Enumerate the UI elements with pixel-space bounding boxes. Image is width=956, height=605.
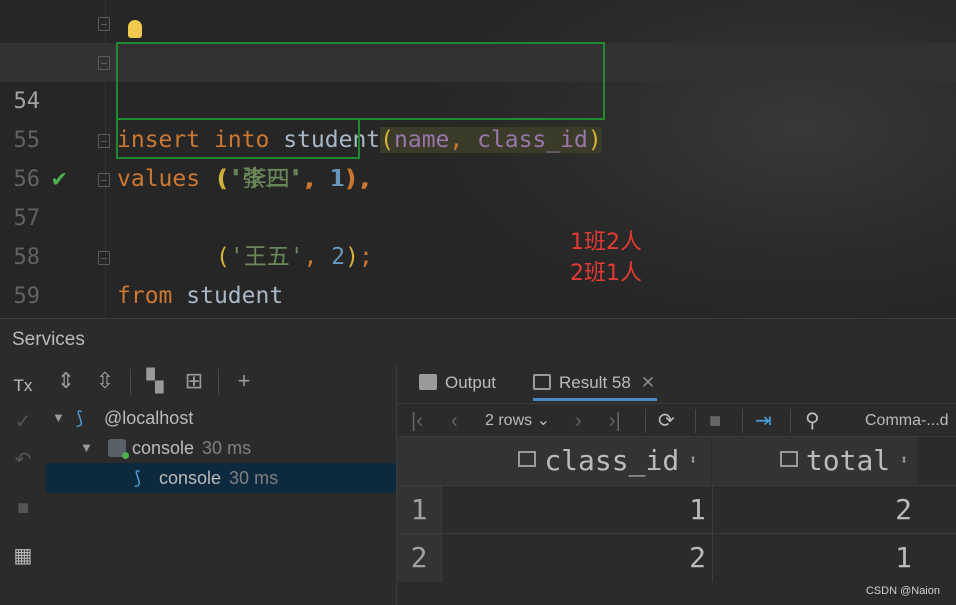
toolbar-separator xyxy=(645,409,646,433)
line-number: 59 xyxy=(13,284,41,309)
stop-icon[interactable]: ■ xyxy=(8,493,38,523)
expand-arrow-icon[interactable]: ▼ xyxy=(52,403,65,433)
tree-item-duration: 30 ms xyxy=(229,468,279,488)
output-icon xyxy=(419,374,437,390)
tree-item-localhost[interactable]: ▼ ⟆ @localhost xyxy=(46,403,396,433)
close-icon[interactable]: ✕ xyxy=(641,373,655,392)
toolbar-separator xyxy=(695,409,696,433)
results-pane: Output Result 58 ✕ |‹ ‹ 2 rows ⌄ › ›| ⟳ ■… xyxy=(397,365,956,605)
last-page-icon[interactable]: ›| xyxy=(609,404,621,438)
tree-item-console-session[interactable]: ⟆ console 30 ms xyxy=(46,463,396,493)
executed-check-icon: ✔ xyxy=(52,164,67,192)
services-tree: ▼ ⟆ @localhost ▼ console 30 ms ⟆ console 3… xyxy=(46,403,396,605)
tree-item-label: console xyxy=(132,438,195,458)
services-panel: Services Tx ✓ ↶ ■ ▦ ⇕ ⇳ ▚ ⊞ + ▼ ⟆ @local… xyxy=(0,318,956,605)
result-grid: class_id ⬍ total ⬍ 1 1 2 2 2 1 xyxy=(397,437,956,605)
next-page-icon[interactable]: › xyxy=(575,404,582,438)
first-page-icon[interactable]: |‹ xyxy=(411,404,423,438)
mysql-icon: ⟆ xyxy=(134,468,142,488)
transaction-strip: Tx ✓ ↶ ■ ▦ xyxy=(0,365,46,605)
selection-highlight-box xyxy=(116,118,360,159)
code-line-58[interactable]: 58 from student xyxy=(0,199,956,309)
expand-arrow-icon[interactable]: ▼ xyxy=(80,433,93,463)
annotation-text: 2班1人 xyxy=(570,261,642,286)
table-icon xyxy=(533,374,551,390)
watermark: CSDN @Naion xyxy=(865,585,940,597)
cell-class-id[interactable]: 1 xyxy=(441,486,712,534)
sort-icon[interactable]: ⬍ xyxy=(689,453,697,468)
column-header-label: total xyxy=(805,444,891,477)
sort-icon[interactable]: ⬍ xyxy=(900,453,908,468)
tab-label: Result 58 xyxy=(559,373,631,392)
cell-total[interactable]: 2 xyxy=(712,486,918,534)
cell-total[interactable]: 1 xyxy=(712,534,918,582)
row-count-select[interactable]: 2 rows ⌄ xyxy=(485,404,550,438)
collapse-all-icon[interactable]: ⇳ xyxy=(91,367,119,395)
tx-mode-button[interactable]: Tx xyxy=(8,371,38,401)
add-icon[interactable]: + xyxy=(230,367,258,395)
toolbar-separator xyxy=(130,369,131,395)
annotation-text: 1班2人 xyxy=(570,230,642,255)
results-toolbar: |‹ ‹ 2 rows ⌄ › ›| ⟳ ■ ⇥ ⚲ Comma-...d xyxy=(397,403,956,437)
add-service-icon[interactable]: ⊞ xyxy=(180,367,208,395)
group-by-icon[interactable]: ▚ xyxy=(141,367,169,395)
toolbar-separator xyxy=(742,409,743,433)
fold-marker-icon[interactable] xyxy=(98,251,110,265)
refresh-icon[interactable]: ⟳ xyxy=(658,404,675,438)
services-title: Services xyxy=(12,329,85,350)
tab-output[interactable]: Output xyxy=(419,365,496,401)
stop-icon[interactable]: ■ xyxy=(709,404,721,438)
fold-marker-icon[interactable] xyxy=(98,173,110,187)
grid-corner xyxy=(397,437,441,485)
code-text: from student xyxy=(117,283,284,309)
code-line-59[interactable]: 59 group by class_id; xyxy=(0,238,956,309)
pin-icon[interactable]: ⚲ xyxy=(805,404,820,438)
row-number: 2 xyxy=(397,534,441,582)
tree-toolbar: ⇕ ⇳ ▚ ⊞ + xyxy=(46,365,396,399)
table-row[interactable]: 1 1 2 xyxy=(397,485,956,534)
row-number: 1 xyxy=(397,486,441,534)
cell-class-id[interactable]: 2 xyxy=(441,534,712,582)
code-line-53[interactable]: 53 insert into student(name, class_id) xyxy=(0,4,956,153)
column-icon xyxy=(518,451,537,467)
chevron-down-icon: ⌄ xyxy=(536,412,550,429)
lightbulb-icon[interactable] xyxy=(128,20,142,38)
code-line-57[interactable]: 57 ✔ select class_id, count(id) as total xyxy=(0,160,956,231)
results-tabs: Output Result 58 ✕ xyxy=(397,365,956,401)
toolbar-separator xyxy=(218,369,219,395)
console-icon xyxy=(108,439,129,459)
tree-item-label: console xyxy=(159,468,222,488)
connection-label[interactable]: Comma-...d xyxy=(865,404,949,438)
row-count-label: 2 rows xyxy=(485,412,533,429)
column-header-label: class_id xyxy=(544,444,680,477)
sql-editor[interactable]: 53 insert into student(name, class_id) 5… xyxy=(0,0,956,318)
tab-result-58[interactable]: Result 58 ✕ xyxy=(533,365,657,401)
layout-icon[interactable]: ▦ xyxy=(8,541,38,571)
toolbar-separator xyxy=(790,409,791,433)
fold-marker-icon[interactable] xyxy=(98,134,110,148)
table-row[interactable]: 2 2 1 xyxy=(397,533,956,582)
fold-marker-icon[interactable] xyxy=(98,17,110,31)
compare-icon[interactable]: ⇥ xyxy=(755,404,772,438)
column-icon xyxy=(779,451,798,467)
tree-item-console[interactable]: ▼ console 30 ms xyxy=(46,433,396,463)
mysql-icon: ⟆ xyxy=(76,408,84,428)
tree-item-duration: 30 ms xyxy=(202,438,252,458)
commit-icon[interactable]: ✓ xyxy=(8,407,38,437)
tree-item-label: @localhost xyxy=(104,408,194,428)
column-header-class-id[interactable]: class_id ⬍ xyxy=(441,437,711,485)
column-header-total[interactable]: total ⬍ xyxy=(712,437,918,485)
expand-all-icon[interactable]: ⇕ xyxy=(52,367,80,395)
previous-page-icon[interactable]: ‹ xyxy=(451,404,458,438)
fold-marker-icon[interactable] xyxy=(98,56,110,70)
selection-highlight-box xyxy=(116,42,605,120)
rollback-icon[interactable]: ↶ xyxy=(8,445,38,475)
tab-label: Output xyxy=(445,373,497,392)
